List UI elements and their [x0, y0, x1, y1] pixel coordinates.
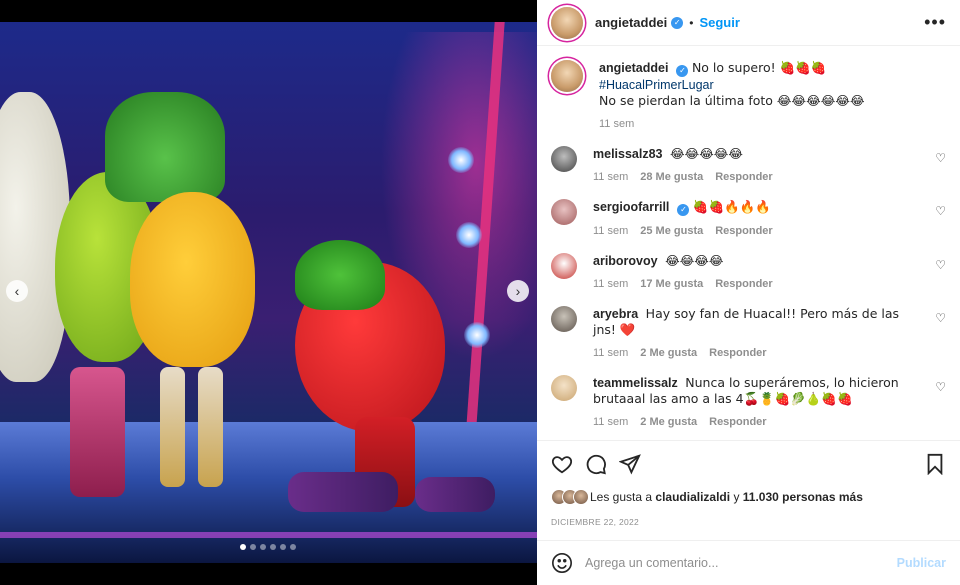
- more-options-icon[interactable]: •••: [924, 12, 946, 33]
- reply-button[interactable]: Responder: [709, 347, 766, 359]
- comment-input[interactable]: [585, 556, 897, 570]
- stage-edge: [0, 532, 537, 538]
- separator-dot: •: [689, 15, 694, 30]
- comment-time[interactable]: 11 sem: [593, 278, 628, 290]
- like-comment-heart-icon[interactable]: ♡: [935, 380, 946, 394]
- comment-icon[interactable]: [585, 453, 607, 475]
- post-media[interactable]: ‹ ›: [0, 22, 537, 563]
- like-comment-heart-icon[interactable]: ♡: [935, 204, 946, 218]
- comment-text: 😂😂😂😂😂: [669, 146, 744, 161]
- comment-text: Hay soy fan de Huacal!! Pero más de las …: [593, 306, 900, 337]
- comment-username[interactable]: aryebra: [593, 307, 638, 321]
- post-date[interactable]: DICIEMBRE 22, 2022: [551, 517, 946, 527]
- comment-likes[interactable]: 2 Me gusta: [640, 416, 697, 428]
- reply-button[interactable]: Responder: [715, 171, 772, 183]
- comment-time[interactable]: 11 sem: [593, 225, 628, 237]
- comment-item: sergioofarrill ✓ 🍓🍓🔥🔥🔥 11 sem 25 Me gusta R…: [551, 199, 946, 237]
- likes-connector: y: [733, 490, 740, 504]
- comment-time[interactable]: 11 sem: [593, 171, 628, 183]
- stage-spotlight: [448, 147, 474, 173]
- comment-time[interactable]: 11 sem: [593, 416, 628, 428]
- comment-item: teammelissalz Nunca lo superáremos, lo h…: [551, 375, 946, 428]
- pink-boots: [70, 367, 125, 497]
- caption-hashtag[interactable]: #HuacalPrimerLugar: [599, 78, 714, 92]
- reply-button[interactable]: Responder: [709, 416, 766, 428]
- bookmark-icon[interactable]: [924, 453, 946, 475]
- comment-item: ariborovoy 😂😂😂😂 11 sem 17 Me gusta Respond…: [551, 253, 946, 290]
- comment-time[interactable]: 11 sem: [593, 347, 628, 359]
- carousel-dot: [260, 544, 266, 550]
- glitter-boot: [288, 472, 398, 512]
- publish-button[interactable]: Publicar: [897, 556, 946, 570]
- likes-count[interactable]: 11.030 personas más: [743, 490, 863, 504]
- commenter-avatar[interactable]: [551, 306, 577, 332]
- caption: angietaddei ✓ No lo supero! 🍓🍓🍓 #HuacalPr…: [551, 60, 946, 130]
- carousel-dot: [270, 544, 276, 550]
- comment-item: aryebra Hay soy fan de Huacal!! Pero más…: [551, 306, 946, 359]
- post-header: angietaddei ✓ • Seguir •••: [537, 0, 960, 46]
- commenter-avatar[interactable]: [551, 375, 577, 401]
- carousel-dot: [240, 544, 246, 550]
- caption-username[interactable]: angietaddei: [599, 61, 668, 75]
- follow-button[interactable]: Seguir: [699, 15, 739, 30]
- chevron-left-icon: ‹: [14, 283, 20, 299]
- post-actions: Les gusta a claudializaldi y 11.030 pers…: [537, 440, 960, 527]
- commenter-avatar[interactable]: [551, 199, 577, 225]
- gold-boot-left: [160, 367, 185, 487]
- reply-button[interactable]: Responder: [715, 225, 772, 237]
- pineapple-leaves: [105, 92, 225, 202]
- caption-time[interactable]: 11 sem: [599, 118, 634, 130]
- like-comment-heart-icon[interactable]: ♡: [935, 311, 946, 325]
- emoji-icon[interactable]: [551, 552, 573, 574]
- caption-line1: No lo supero! 🍓🍓🍓: [691, 60, 827, 75]
- comment-likes[interactable]: 17 Me gusta: [640, 278, 703, 290]
- commenter-avatar[interactable]: [551, 253, 577, 279]
- comment-username[interactable]: ariborovoy: [593, 254, 658, 268]
- carousel-dot: [280, 544, 286, 550]
- comment-text: 🍓🍓🔥🔥🔥: [692, 199, 771, 214]
- likes-summary[interactable]: Les gusta a claudializaldi y 11.030 pers…: [551, 489, 946, 505]
- strawberry-leaves: [295, 240, 385, 310]
- verified-badge-icon: ✓: [676, 65, 689, 77]
- gold-boot-right: [198, 367, 223, 487]
- verified-badge-icon: ✓: [677, 204, 690, 216]
- author-username[interactable]: angietaddei: [595, 15, 667, 30]
- comment-username[interactable]: teammelissalz: [593, 376, 678, 390]
- like-comment-heart-icon[interactable]: ♡: [935, 151, 946, 165]
- chevron-right-icon: ›: [515, 283, 521, 299]
- comment-likes[interactable]: 25 Me gusta: [640, 225, 703, 237]
- commenter-avatar[interactable]: [551, 146, 577, 172]
- author-avatar[interactable]: [551, 60, 583, 92]
- author-avatar[interactable]: [551, 6, 583, 39]
- comment-likes[interactable]: 2 Me gusta: [640, 347, 697, 359]
- carousel-dot: [250, 544, 256, 550]
- carousel-next-button[interactable]: ›: [507, 280, 529, 302]
- comment-username[interactable]: melissalz83: [593, 147, 663, 161]
- pineapple-costume: [130, 192, 255, 367]
- stage-spotlight: [456, 222, 482, 248]
- comment-item: melissalz83 😂😂😂😂😂 11 sem 28 Me gusta Respo…: [551, 146, 946, 183]
- comment-composer: Publicar: [537, 540, 960, 585]
- comment-text: 😂😂😂😂: [665, 253, 724, 268]
- liker-avatars: [551, 489, 589, 505]
- likes-user[interactable]: claudializaldi: [655, 490, 730, 504]
- carousel-dot: [290, 544, 296, 550]
- carousel-dots: [240, 544, 296, 550]
- stage-spotlight: [464, 322, 490, 348]
- heart-icon[interactable]: [551, 453, 573, 475]
- likes-prefix: Les gusta a: [590, 490, 653, 504]
- caption-line2: No se pierdan la última foto 😂😂😂😂😂😂: [599, 93, 865, 108]
- reply-button[interactable]: Responder: [715, 278, 772, 290]
- post-sidebar: angietaddei ✓ • Seguir ••• angietaddei ✓ …: [537, 0, 960, 585]
- carousel-prev-button[interactable]: ‹: [6, 280, 28, 302]
- like-comment-heart-icon[interactable]: ♡: [935, 258, 946, 272]
- share-icon[interactable]: [619, 453, 641, 475]
- verified-badge-icon: ✓: [671, 16, 684, 29]
- glitter-boot: [415, 477, 495, 512]
- comment-likes[interactable]: 28 Me gusta: [640, 171, 703, 183]
- comments-list[interactable]: angietaddei ✓ No lo supero! 🍓🍓🍓 #HuacalPr…: [537, 46, 960, 441]
- comment-username[interactable]: sergioofarrill: [593, 200, 669, 214]
